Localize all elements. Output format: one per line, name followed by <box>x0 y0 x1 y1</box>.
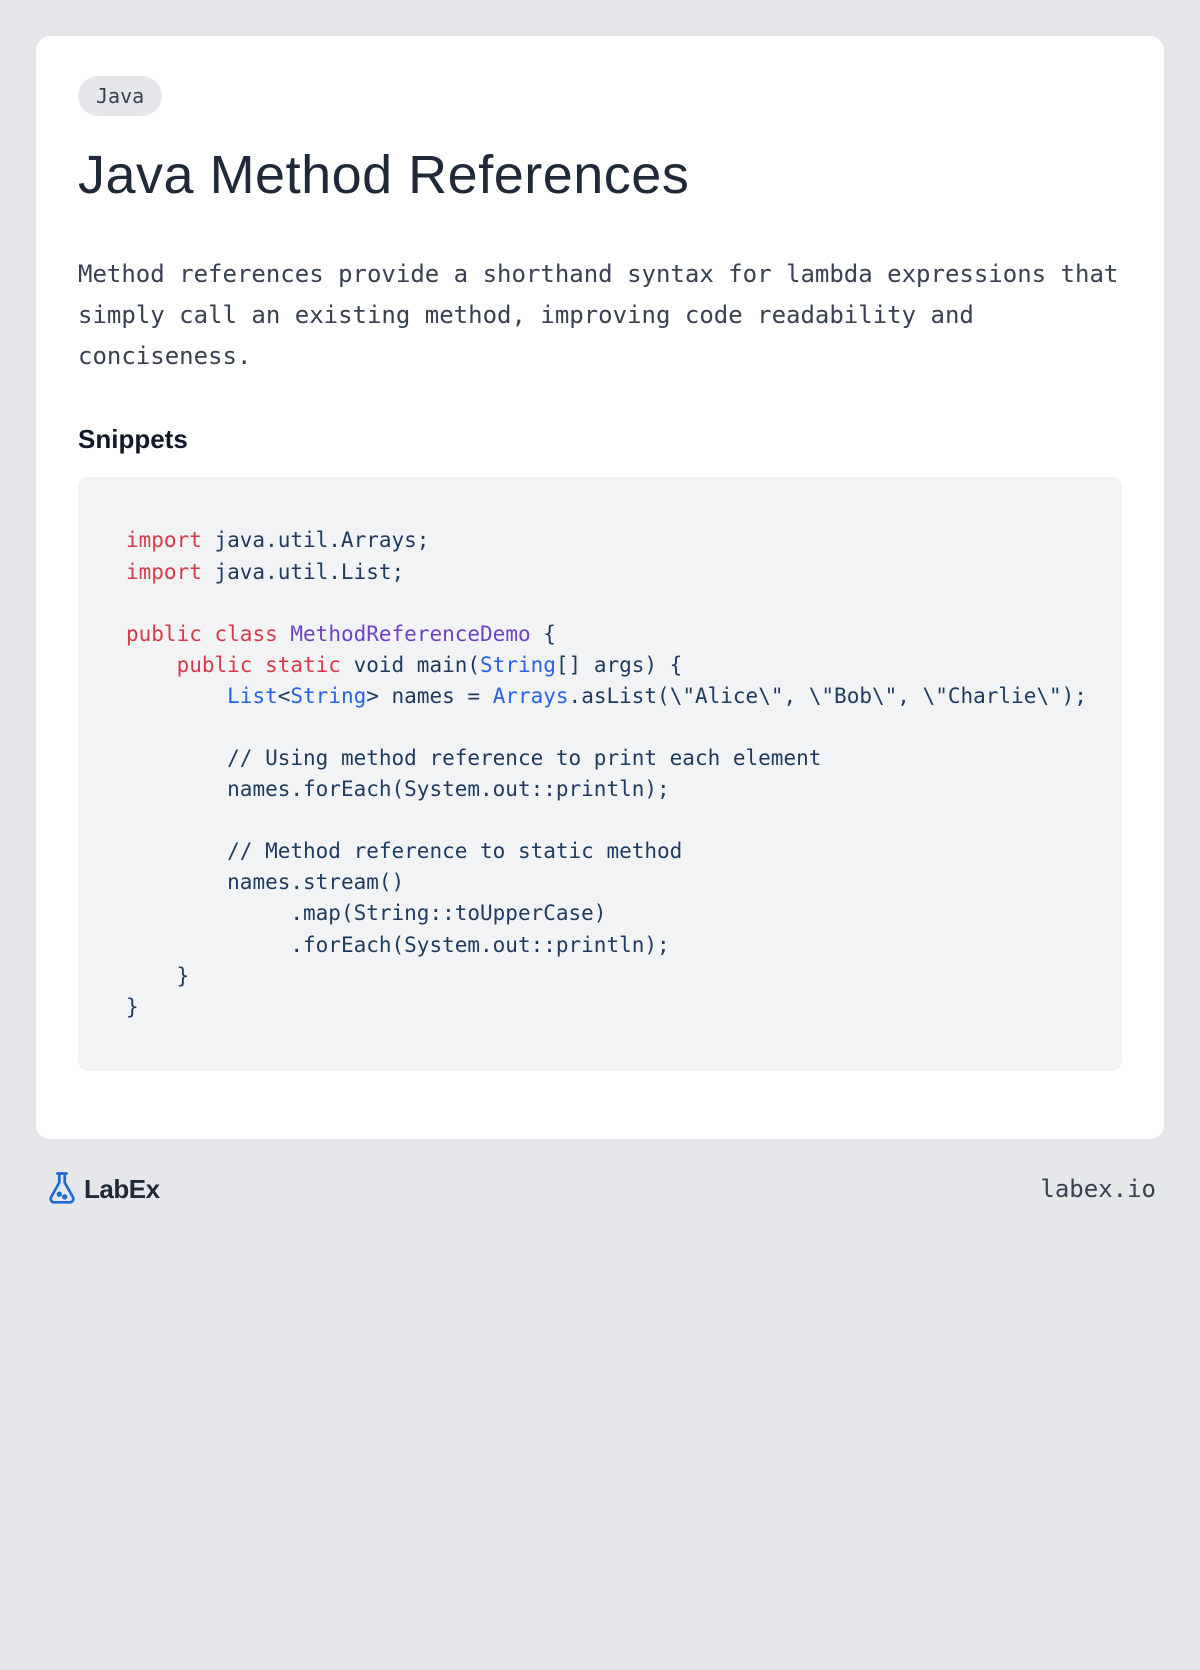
site-url: labex.io <box>1040 1175 1156 1203</box>
keyword-public: public <box>177 653 253 677</box>
type-list: List <box>227 684 278 708</box>
code-indent <box>126 653 177 677</box>
code-comment: // Method reference to static method <box>126 839 682 863</box>
code-indent <box>126 684 227 708</box>
language-tag: Java <box>78 76 162 116</box>
code-snippet: import java.util.Arrays; import java.uti… <box>78 477 1122 1070</box>
description-text: Method references provide a shorthand sy… <box>78 254 1122 376</box>
content-card: Java Java Method References Method refer… <box>36 36 1164 1139</box>
code-text: .asList(\"Alice\", \"Bob\", \"Charlie\")… <box>569 684 1087 708</box>
code-text: } <box>126 995 139 1019</box>
footer: LabEx labex.io <box>36 1169 1164 1210</box>
code-text: } <box>126 964 189 988</box>
keyword-static: static <box>265 653 341 677</box>
code-text: names.forEach(System.out::println); <box>126 777 670 801</box>
code-text: void main( <box>341 653 480 677</box>
keyword-import: import <box>126 528 202 552</box>
brand-logo: LabEx <box>44 1169 160 1210</box>
code-text: > names = <box>366 684 492 708</box>
class-name: MethodReferenceDemo <box>290 622 530 646</box>
type-string: String <box>290 684 366 708</box>
code-text: names.stream() <box>126 870 404 894</box>
type-arrays: Arrays <box>493 684 569 708</box>
keyword-class: class <box>215 622 278 646</box>
code-text: .map(String::toUpperCase) <box>126 901 606 925</box>
code-text: .forEach(System.out::println); <box>126 933 670 957</box>
keyword-import: import <box>126 560 202 584</box>
snippets-heading: Snippets <box>78 424 1122 455</box>
code-text: java.util.Arrays; <box>202 528 430 552</box>
brand-name: LabEx <box>84 1174 160 1205</box>
page-title: Java Method References <box>78 144 1122 206</box>
code-text: < <box>278 684 291 708</box>
code-text: { <box>531 622 556 646</box>
type-string: String <box>480 653 556 677</box>
keyword-public: public <box>126 622 202 646</box>
flask-icon <box>44 1169 80 1210</box>
code-text: [] args) { <box>556 653 682 677</box>
code-text: java.util.List; <box>202 560 404 584</box>
code-comment: // Using method reference to print each … <box>126 746 821 770</box>
